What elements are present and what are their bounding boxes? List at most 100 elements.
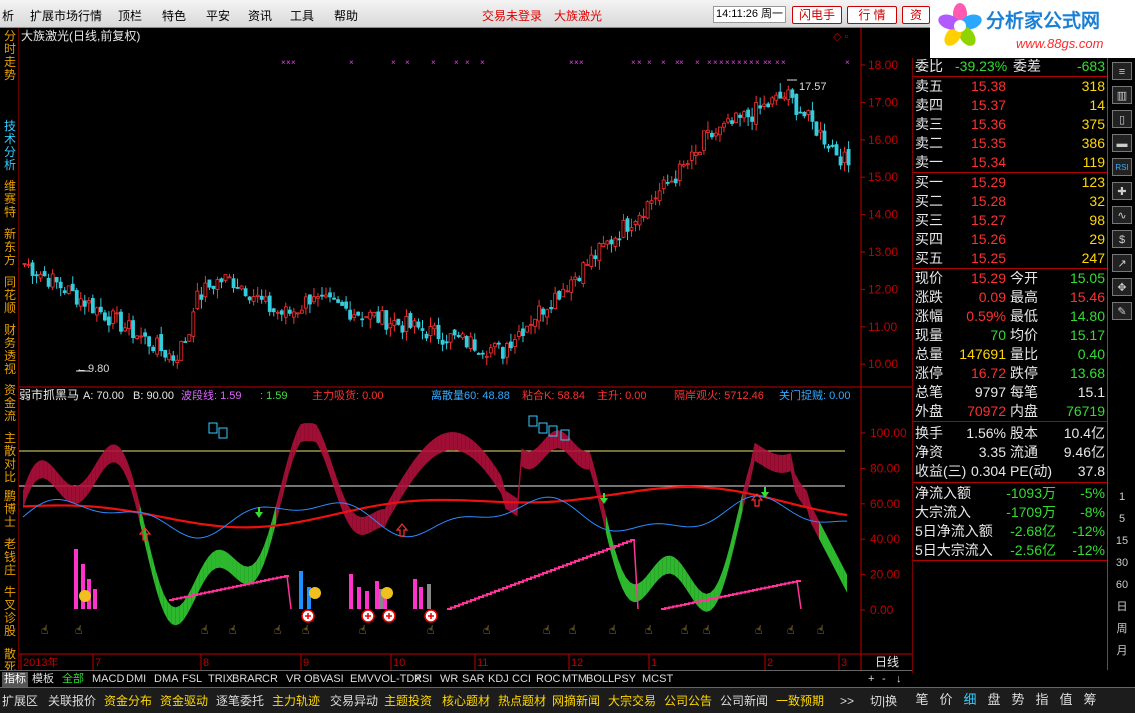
bid-row[interactable]: 买三 15.27 98 — [913, 211, 1108, 230]
detail-tab[interactable]: 盘 — [984, 690, 1004, 710]
bid-row[interactable]: 买二 15.28 32 — [913, 192, 1108, 211]
left-tab-laoqianzhuang[interactable]: 老钱庄 — [2, 538, 18, 577]
menu-item-tools[interactable]: 工具 — [290, 7, 314, 24]
left-tab-intraday[interactable]: 分时走势 — [2, 30, 18, 82]
period-button[interactable]: 30 — [1112, 554, 1132, 572]
bottom-tab[interactable]: 交易异动 — [330, 692, 378, 710]
period-button[interactable]: 5 — [1112, 510, 1132, 528]
left-tab-weisaite[interactable]: 维赛特 — [2, 180, 18, 219]
indicator-tab[interactable]: TRIX — [208, 672, 233, 687]
indicator-tab[interactable]: CCI — [512, 672, 531, 687]
bars2-icon[interactable]: ▬ — [1112, 134, 1132, 152]
detail-tab[interactable]: 筹 — [1080, 690, 1100, 710]
menu-item-topbar[interactable]: 顶栏 — [118, 7, 142, 24]
ask-row[interactable]: 卖四 15.37 14 — [913, 96, 1108, 115]
bottom-tab[interactable]: 资金分布 — [104, 692, 152, 710]
indicator-tab[interactable]: DMI — [126, 672, 146, 687]
bottom-tab[interactable]: 主题投资 — [384, 692, 432, 710]
bottom-tab[interactable]: 一致预期 — [776, 692, 824, 710]
menu-item-feature[interactable]: 特色 — [162, 7, 186, 24]
left-tab-technical[interactable]: 技术分析 — [2, 120, 18, 172]
rise-icon[interactable]: ↗ — [1112, 254, 1132, 272]
ask-row[interactable]: 卖一 15.34 119 — [913, 153, 1108, 172]
indicator-tab[interactable]: 全部 — [62, 672, 84, 687]
bottom-tab[interactable]: 主力轨迹 — [272, 692, 320, 710]
indicator-tab[interactable]: ROC — [536, 672, 560, 687]
menu-item-help[interactable]: 帮助 — [334, 7, 358, 24]
chart-canvas[interactable]: 大族激光(日线,前复权) ◇ ▫ 18.00 17.00 16.00 15.00 14.… — [19, 28, 912, 670]
menu-item-pingan[interactable]: 平安 — [206, 7, 230, 24]
move-icon[interactable]: ✥ — [1112, 278, 1132, 296]
left-tab-finance[interactable]: 财务透视 — [2, 324, 18, 376]
rsi-icon[interactable]: RSI — [1112, 158, 1132, 176]
indicator-tab[interactable]: FSL — [182, 672, 202, 687]
bars-icon[interactable]: ▥ — [1112, 86, 1132, 104]
indicator-tab[interactable]: DMA — [154, 672, 178, 687]
bottom-tab[interactable]: 大宗交易 — [608, 692, 656, 710]
bid-row[interactable]: 买四 15.26 29 — [913, 230, 1108, 249]
indicator-tab[interactable]: PSY — [614, 672, 636, 687]
indicator-tab[interactable]: MTM — [562, 672, 587, 687]
period-button[interactable]: 15 — [1112, 532, 1132, 550]
period-button[interactable]: 周 — [1112, 620, 1132, 638]
detail-tab[interactable]: 笔 — [912, 690, 932, 710]
period-button[interactable]: 日 — [1112, 598, 1132, 616]
indicator-tab[interactable]: 模板 — [32, 672, 54, 687]
menu-item-extended-market[interactable]: 扩展市场行情 — [30, 7, 102, 24]
menu-item-analysis[interactable]: 析 — [2, 7, 14, 24]
tab-zoom-button[interactable]: - — [882, 672, 886, 687]
indicator-tab[interactable]: CR — [262, 672, 278, 687]
left-tab-diagnosis[interactable]: 牛叉诊股 — [2, 586, 18, 638]
bottom-tab[interactable]: 公司公告 — [664, 692, 712, 710]
bottom-tab[interactable]: 网摘新闻 — [552, 692, 600, 710]
flash-trade-button[interactable]: 闪电手 — [792, 6, 842, 24]
bid-row[interactable]: 买一 15.29 123 — [913, 173, 1108, 192]
bottom-tab[interactable]: 核心题材 — [442, 692, 490, 710]
candle-icon[interactable]: ▯ — [1112, 110, 1132, 128]
info-button[interactable]: 资 — [902, 6, 930, 24]
lines-icon[interactable]: ≡ — [1112, 62, 1132, 80]
indicator-tab[interactable]: BRAR — [232, 672, 263, 687]
bottom-tab[interactable]: 切|换 — [870, 692, 897, 710]
indicator-tab[interactable]: RSI — [414, 672, 432, 687]
indicator-tab[interactable]: OBV — [304, 672, 327, 687]
detail-tab[interactable]: 势 — [1008, 690, 1028, 710]
period-button[interactable]: 月 — [1112, 642, 1132, 660]
detail-tab[interactable]: 细 — [960, 690, 980, 710]
indicator-tab[interactable]: ASI — [326, 672, 344, 687]
left-tab-fundflow[interactable]: 资金流 — [2, 384, 18, 423]
bid-row[interactable]: 买五 15.25 247 — [913, 249, 1108, 268]
indicator-tab[interactable]: SAR — [462, 672, 485, 687]
detail-tab[interactable]: 指 — [1032, 690, 1052, 710]
menu-item-news[interactable]: 资讯 — [248, 7, 272, 24]
cross-icon[interactable]: ✚ — [1112, 182, 1132, 200]
quote-button[interactable]: 行 情 — [847, 6, 897, 24]
bottom-tab[interactable]: 资金驱动 — [160, 692, 208, 710]
dollar-icon[interactable]: $ — [1112, 230, 1132, 248]
ask-row[interactable]: 卖五 15.38 318 — [913, 77, 1108, 96]
indicator-tab[interactable]: WR — [440, 672, 458, 687]
pencil-icon[interactable]: ✎ — [1112, 302, 1132, 320]
left-tab-pengboshi[interactable]: 鹏博士 — [2, 490, 18, 529]
indicator-tab[interactable]: KDJ — [488, 672, 509, 687]
indicator-tab[interactable]: VR — [286, 672, 301, 687]
indicator-tab[interactable]: BOLL — [586, 672, 614, 687]
bottom-tab[interactable]: >> — [840, 692, 854, 710]
bottom-tab[interactable]: 热点题材 — [498, 692, 546, 710]
tab-zoom-button[interactable]: + — [868, 672, 874, 687]
wave-icon[interactable]: ∿ — [1112, 206, 1132, 224]
tab-zoom-button[interactable]: ↓ — [896, 672, 902, 687]
left-tab-main-retail[interactable]: 主散对比 — [2, 432, 18, 484]
detail-tab[interactable]: 值 — [1056, 690, 1076, 710]
detail-tab[interactable]: 价 — [936, 690, 956, 710]
period-button[interactable]: 60 — [1112, 576, 1132, 594]
left-tab-xindongfang[interactable]: 新东方 — [2, 228, 18, 267]
bottom-tab[interactable]: 扩展区 — [2, 692, 38, 710]
indicator-tab[interactable]: MCST — [642, 672, 673, 687]
indicator-tab[interactable]: EMV — [350, 672, 374, 687]
bottom-tab[interactable]: 关联报价 — [48, 692, 96, 710]
period-button[interactable]: 1 — [1112, 488, 1132, 506]
indicator-tab[interactable]: MACD — [92, 672, 124, 687]
left-tab-tonghuashun[interactable]: 同花顺 — [2, 276, 18, 315]
ask-row[interactable]: 卖三 15.36 375 — [913, 115, 1108, 134]
